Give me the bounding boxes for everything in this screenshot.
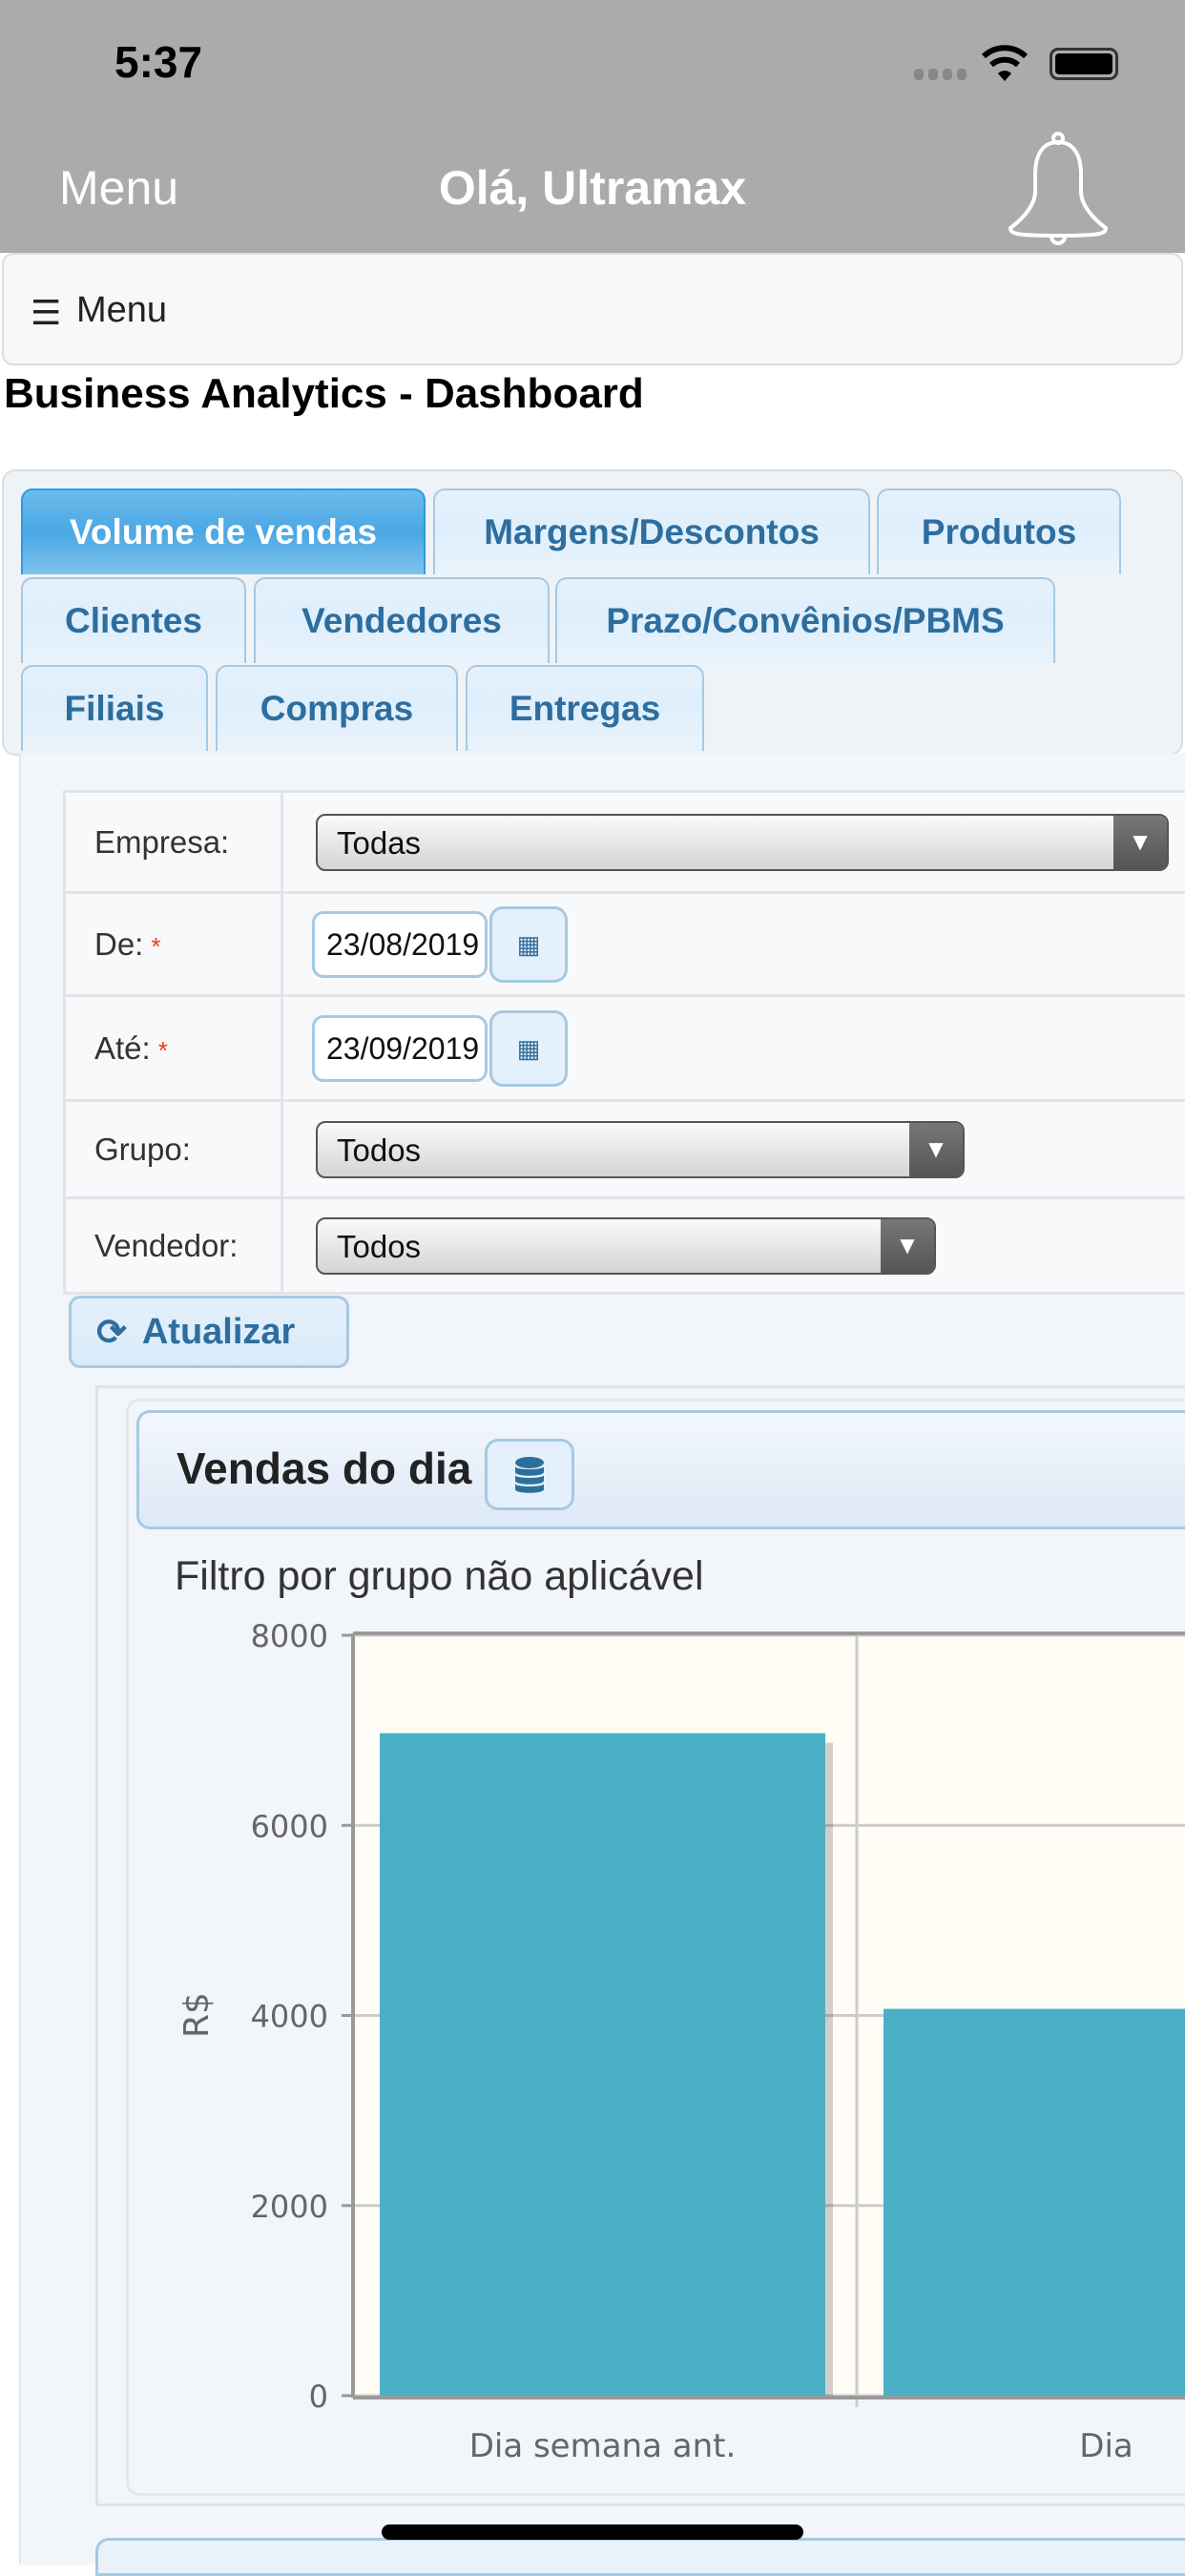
next-panel-header [95,2538,1185,2576]
calendar-icon[interactable]: ▦ [489,1009,568,1087]
refresh-icon: ⟳ [96,1312,127,1353]
grupo-value: Todos [337,1132,422,1168]
tab-bar: Volume de vendas Margens/Descontos Produ… [2,469,1183,756]
tab-produtos[interactable]: Produtos [877,488,1121,574]
grupo-label: Grupo: [63,1099,283,1199]
tab-volume-de-vendas[interactable]: Volume de vendas [21,488,426,574]
tab-margens-descontos[interactable]: Margens/Descontos [433,488,870,574]
chevron-down-icon: ▼ [909,1122,963,1176]
refresh-label: Atualizar [141,1311,296,1352]
wifi-icon [981,45,1029,81]
de-date-input[interactable]: 23/08/2019 [312,910,488,978]
ate-date-input[interactable]: 23/09/2019 [312,1014,488,1082]
ate-label: Até: [94,1029,151,1066]
de-label: De: [94,925,144,962]
bell-icon[interactable] [1004,129,1113,248]
grupo-select[interactable]: Todos ▼ [316,1120,965,1178]
tab-compras[interactable]: Compras [216,665,458,751]
chart-subtitle: Filtro por grupo não aplicável [175,1553,704,1599]
required-marker: * [151,931,161,961]
required-marker: * [157,1035,168,1065]
battery-icon [1050,48,1118,80]
filter-form: Empresa: Todas ▼ De: * 23/08/2019 ▦ Até: * 2… [63,790,1185,1295]
tab-vendedores[interactable]: Vendedores [254,577,550,663]
tab-clientes[interactable]: Clientes [21,577,246,663]
empresa-select[interactable]: Todas ▼ [316,813,1169,871]
tab-entregas[interactable]: Entregas [466,665,704,751]
tab-prazo-convenios-pbms[interactable]: Prazo/Convênios/PBMS [555,577,1055,663]
page-title: Business Analytics - Dashboard [4,370,644,417]
empresa-label: Empresa: [63,790,283,894]
hamburger-icon: ☰ [31,293,62,332]
home-indicator[interactable] [382,2524,803,2540]
calendar-icon[interactable]: ▦ [489,905,568,983]
menu-bar[interactable]: ☰ Menu [2,253,1183,365]
tab-filiais[interactable]: Filiais [21,665,208,751]
vendedor-value: Todos [337,1228,422,1264]
chevron-down-icon: ▼ [881,1218,934,1273]
vendedor-label: Vendedor: [63,1196,283,1295]
empresa-value: Todas [337,824,422,861]
chart-panel-title: Vendas do dia [177,1444,472,1493]
database-icon [515,1457,544,1493]
menu-label: Menu [76,290,168,330]
data-source-button[interactable] [485,1439,574,1510]
chevron-down-icon: ▼ [1113,815,1167,869]
refresh-button[interactable]: ⟳ Atualizar [69,1296,349,1368]
signal-icon [914,69,967,80]
vendedor-select[interactable]: Todos ▼ [316,1216,936,1275]
status-time: 5:37 [114,37,203,87]
